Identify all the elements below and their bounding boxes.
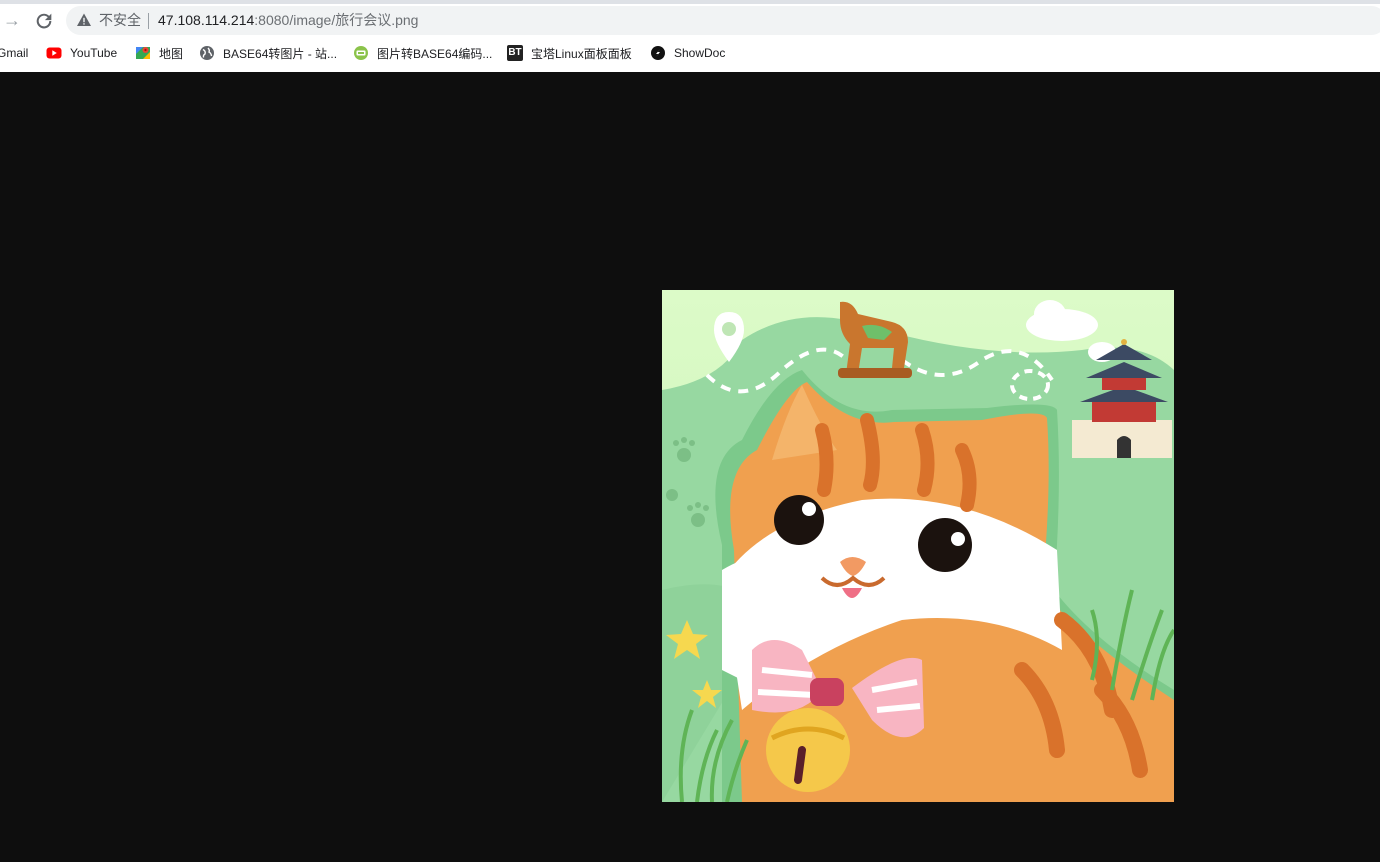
bookmark-label: ShowDoc [674, 46, 726, 60]
bookmark-label: Gmail [0, 46, 29, 60]
warning-icon[interactable] [76, 12, 92, 28]
bookmark-image-to-base64[interactable]: 图片转BASE64编码... [353, 42, 492, 64]
address-separator [148, 13, 149, 29]
bookmark-label: BASE64转图片 - 站... [223, 46, 338, 61]
bt-icon: BT [507, 45, 523, 61]
maps-icon [136, 47, 150, 59]
displayed-image[interactable] [662, 290, 1174, 802]
bookmark-youtube[interactable]: YouTube [46, 42, 117, 64]
bookmark-label: YouTube [70, 46, 118, 60]
bookmark-label: 宝塔Linux面板面板 [531, 46, 632, 61]
url-text[interactable]: 47.108.114.214:8080/image/旅行会议.png [158, 12, 418, 29]
security-label[interactable]: 不安全 [99, 12, 141, 29]
globe-icon [200, 46, 214, 60]
reload-icon[interactable] [33, 10, 55, 32]
bookmark-gmail[interactable]: Gmail [0, 42, 28, 64]
cat-travel-illustration [662, 290, 1174, 802]
browser-toolbar: → 不安全 47.108.114.214:8080/image/旅行会议.png… [0, 0, 1380, 72]
bookmark-bt-panel[interactable]: BT 宝塔Linux面板面板 [507, 42, 632, 64]
url-path: :8080/image/旅行会议.png [254, 12, 419, 28]
bookmark-base64-to-image[interactable]: BASE64转图片 - 站... [199, 42, 337, 64]
url-host: 47.108.114.214 [158, 12, 255, 28]
forward-button[interactable]: → [2, 10, 22, 30]
bell-icon [766, 708, 850, 792]
base64-icon [354, 46, 368, 60]
youtube-icon [46, 47, 62, 59]
bookmarks-bar: Gmail YouTube 地图 BASE64转图片 - 站... 图片转BAS… [0, 42, 1380, 64]
bookmark-label: 地图 [159, 46, 184, 61]
showdoc-icon [651, 46, 665, 60]
bookmark-maps[interactable]: 地图 [135, 42, 183, 64]
bookmark-label: 图片转BASE64编码... [377, 46, 493, 61]
bookmark-showdoc[interactable]: ShowDoc [650, 42, 725, 64]
address-bar[interactable]: 不安全 47.108.114.214:8080/image/旅行会议.png [66, 6, 1380, 35]
tab-strip-edge [0, 0, 1380, 4]
